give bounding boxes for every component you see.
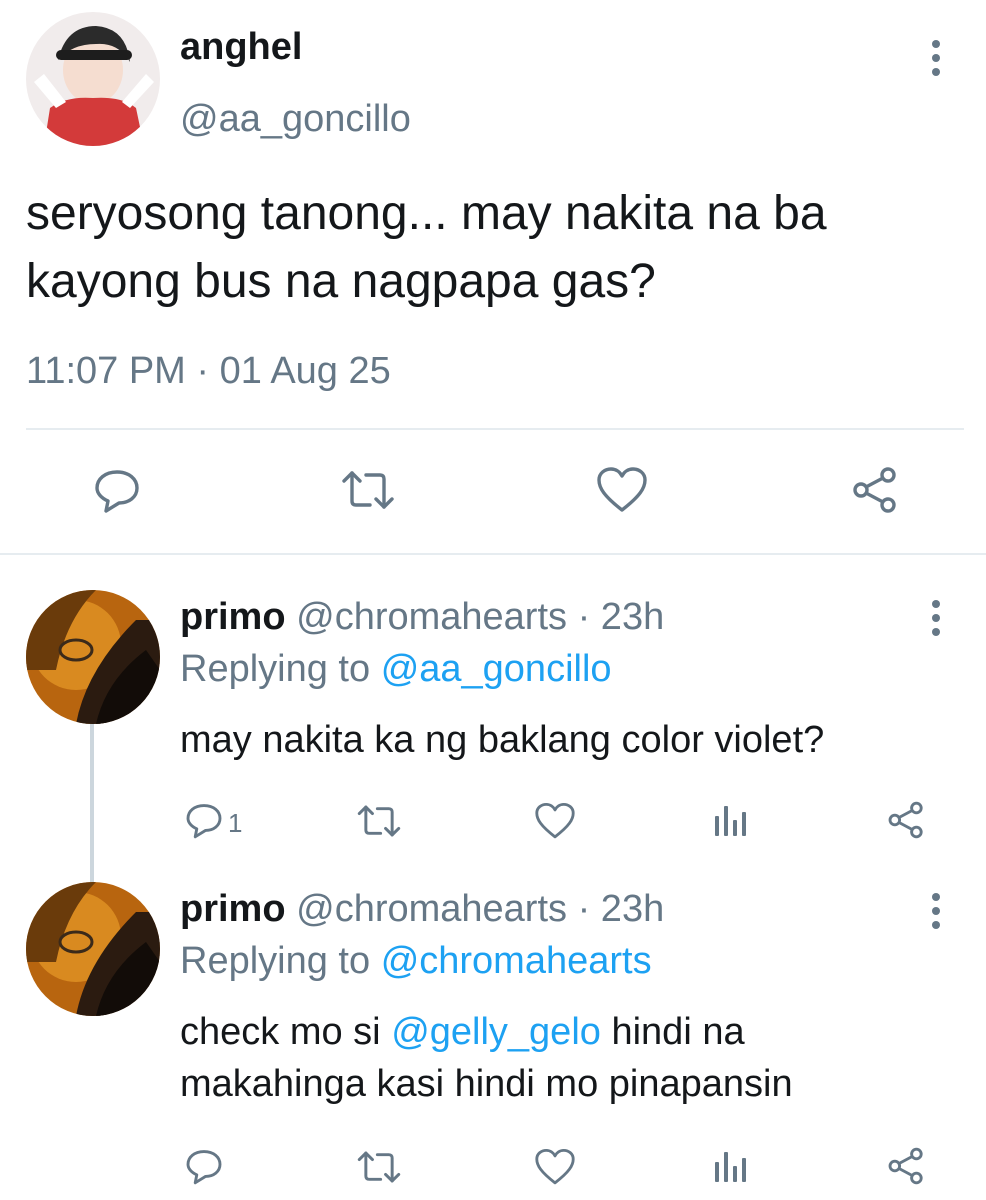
reply-header[interactable]: primo @chromahearts · 23h	[180, 888, 664, 931]
more-options-icon[interactable]	[926, 40, 946, 80]
like-icon[interactable]	[596, 466, 648, 514]
display-name[interactable]: anghel	[180, 26, 302, 69]
reply-age: · 23h	[577, 596, 665, 638]
analytics-icon[interactable]	[712, 1148, 748, 1184]
share-icon[interactable]	[886, 1146, 926, 1186]
replying-to: Replying to @chromahearts	[180, 940, 652, 983]
replying-to: Replying to @aa_goncillo	[180, 648, 612, 691]
reply-display-name[interactable]: primo	[180, 888, 286, 930]
replying-to-handle[interactable]: @aa_goncillo	[381, 648, 612, 690]
reply-text-line2: makahinga kasi hindi mo pinapansin	[180, 1063, 793, 1105]
replying-to-handle[interactable]: @chromahearts	[381, 940, 652, 982]
analytics-icon[interactable]	[712, 802, 748, 838]
reply-age: · 23h	[577, 888, 665, 930]
reply-icon[interactable]	[92, 465, 142, 515]
reply-header[interactable]: primo @chromahearts · 23h	[180, 596, 664, 639]
reply-text-start: check mo si	[180, 1011, 381, 1053]
retweet-icon[interactable]	[356, 1148, 402, 1186]
reply-handle[interactable]: @chromahearts	[296, 596, 567, 638]
divider	[0, 553, 986, 555]
avatar-primo[interactable]	[26, 590, 160, 724]
reply-handle[interactable]: @chromahearts	[296, 888, 567, 930]
handle[interactable]: @aa_goncillo	[180, 98, 411, 141]
reply-icon[interactable]	[184, 1146, 224, 1186]
tweet-timestamp[interactable]: 11:07 PM · 01 Aug 25	[26, 350, 391, 393]
more-options-icon[interactable]	[926, 893, 946, 933]
reply-text-end: hindi na	[611, 1011, 745, 1053]
reply-display-name[interactable]: primo	[180, 596, 286, 638]
avatar-image	[26, 882, 160, 1016]
avatar-image	[26, 12, 160, 146]
more-options-icon[interactable]	[926, 600, 946, 640]
avatar-image	[26, 590, 160, 724]
like-icon[interactable]	[534, 802, 576, 840]
reply-icon[interactable]	[184, 800, 224, 840]
share-icon[interactable]	[850, 465, 900, 515]
avatar-anghel[interactable]	[26, 12, 160, 146]
tweet-text: seryosong tanong... may nakita na ba kay…	[26, 187, 827, 308]
thread-connector	[90, 720, 94, 885]
mention-link[interactable]: @gelly_gelo	[391, 1011, 601, 1053]
share-icon[interactable]	[886, 800, 926, 840]
reply-text: check mo si @gelly_gelo hindi na makahin…	[180, 1006, 793, 1110]
reply-text: may nakita ka ng baklang color violet?	[180, 719, 825, 761]
retweet-icon[interactable]	[340, 467, 396, 513]
replying-to-label: Replying to	[180, 648, 371, 690]
reply-count: 1	[228, 808, 243, 838]
retweet-icon[interactable]	[356, 802, 402, 840]
like-icon[interactable]	[534, 1148, 576, 1186]
replying-to-label: Replying to	[180, 940, 371, 982]
avatar-primo[interactable]	[26, 882, 160, 1016]
divider	[26, 428, 964, 430]
